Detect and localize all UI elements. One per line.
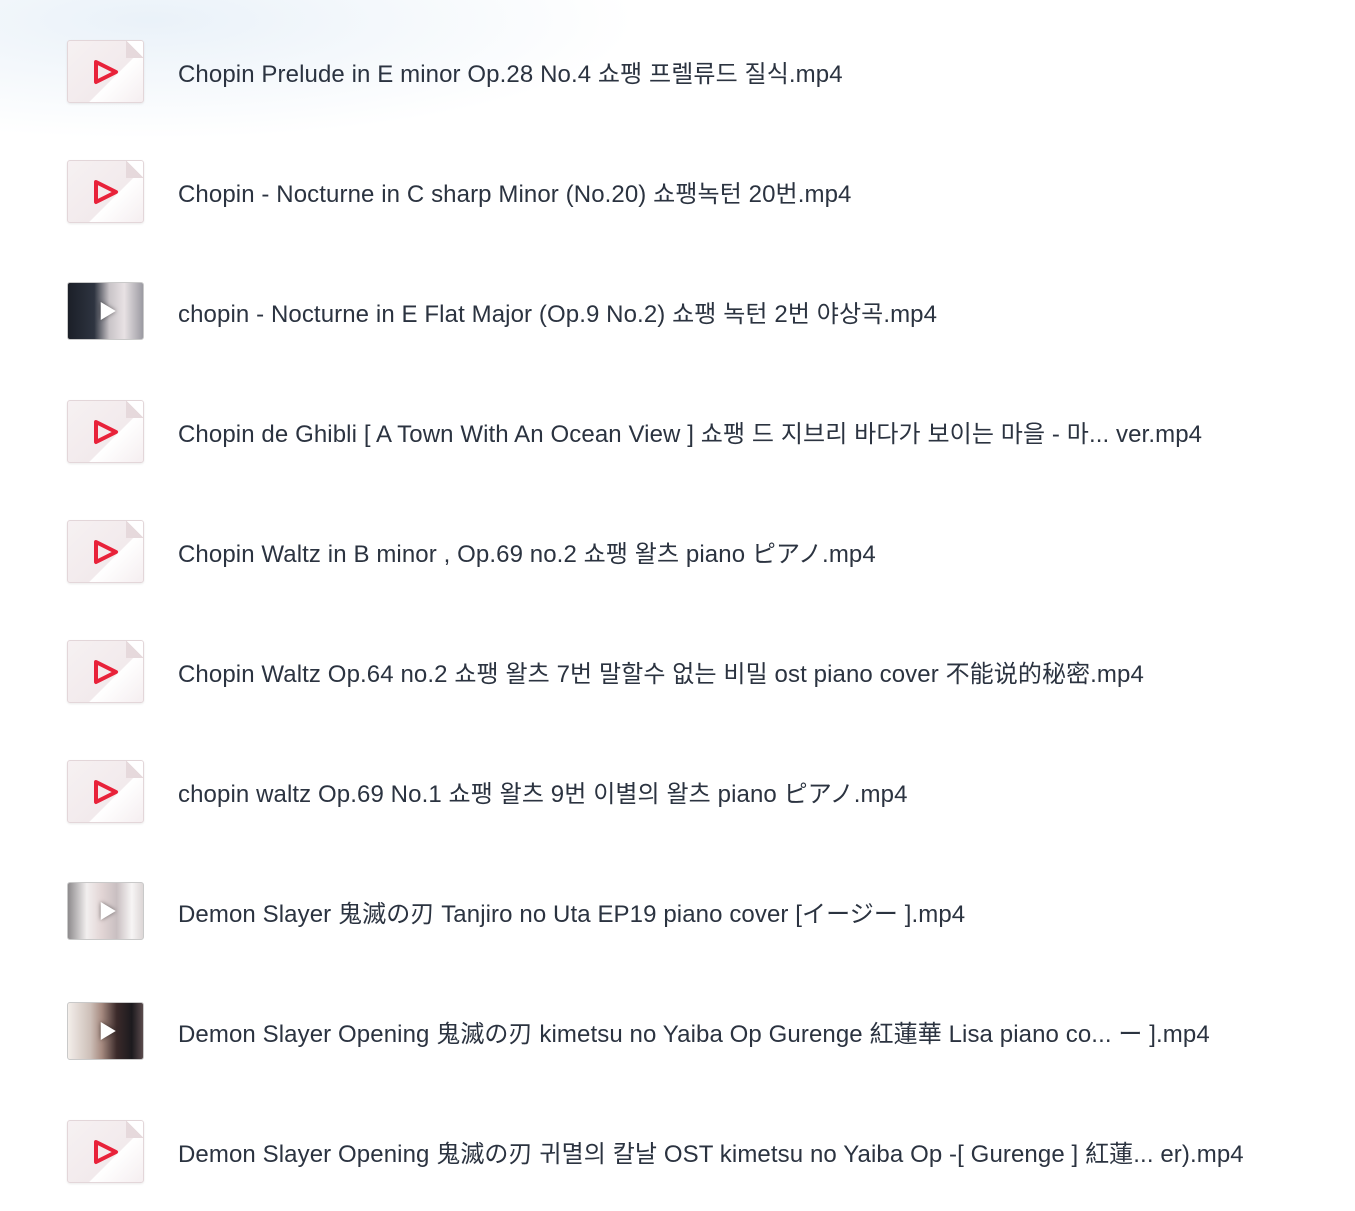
list-item[interactable]: Chopin Prelude in E minor Op.28 No.4 쇼팽 … bbox=[0, 11, 1355, 131]
file-name: Chopin Prelude in E minor Op.28 No.4 쇼팽 … bbox=[178, 60, 843, 88]
play-icon bbox=[94, 779, 118, 804]
file-name: Chopin Waltz in B minor , Op.69 no.2 쇼팽 … bbox=[178, 540, 876, 568]
video-file-icon bbox=[67, 1119, 144, 1183]
video-thumbnail bbox=[67, 282, 144, 340]
video-file-icon bbox=[67, 39, 144, 103]
play-icon bbox=[94, 659, 118, 684]
play-icon bbox=[94, 539, 118, 564]
list-item[interactable]: chopin - Nocturne in E Flat Major (Op.9 … bbox=[0, 251, 1355, 371]
play-icon bbox=[100, 1022, 116, 1040]
video-file-icon bbox=[67, 519, 144, 583]
list-item[interactable]: chopin waltz Op.69 No.1 쇼팽 왈츠 9번 이별의 왈츠 … bbox=[0, 731, 1355, 851]
play-icon bbox=[100, 302, 116, 320]
list-item[interactable]: Demon Slayer 鬼滅の刃 Tanjiro no Uta EP19 pi… bbox=[0, 851, 1355, 971]
file-name: Chopin - Nocturne in C sharp Minor (No.2… bbox=[178, 180, 852, 208]
video-file-icon bbox=[67, 759, 144, 823]
list-item[interactable]: Chopin Waltz in B minor , Op.69 no.2 쇼팽 … bbox=[0, 491, 1355, 611]
video-file-icon bbox=[67, 159, 144, 223]
file-name: Chopin Waltz Op.64 no.2 쇼팽 왈츠 7번 말할수 없는 … bbox=[178, 660, 1144, 688]
file-name: Demon Slayer 鬼滅の刃 Tanjiro no Uta EP19 pi… bbox=[178, 900, 966, 928]
list-item[interactable]: Demon Slayer Opening 鬼滅の刃 귀멸의 칼날 OST kim… bbox=[0, 1091, 1355, 1211]
video-file-icon bbox=[67, 399, 144, 463]
file-name: chopin - Nocturne in E Flat Major (Op.9 … bbox=[178, 300, 938, 328]
video-thumbnail bbox=[67, 882, 144, 940]
video-file-icon bbox=[67, 639, 144, 703]
play-icon bbox=[100, 902, 116, 920]
list-item[interactable]: Chopin Waltz Op.64 no.2 쇼팽 왈츠 7번 말할수 없는 … bbox=[0, 611, 1355, 731]
file-name: chopin waltz Op.69 No.1 쇼팽 왈츠 9번 이별의 왈츠 … bbox=[178, 780, 908, 808]
play-icon bbox=[94, 59, 118, 84]
play-icon bbox=[94, 419, 118, 444]
file-name: Demon Slayer Opening 鬼滅の刃 kimetsu no Yai… bbox=[178, 1020, 1210, 1048]
video-thumbnail bbox=[67, 1002, 144, 1060]
file-name: Demon Slayer Opening 鬼滅の刃 귀멸의 칼날 OST kim… bbox=[178, 1140, 1244, 1168]
file-list: Chopin Prelude in E minor Op.28 No.4 쇼팽 … bbox=[0, 11, 1355, 1211]
file-name: Chopin de Ghibli [ A Town With An Ocean … bbox=[178, 420, 1203, 448]
list-item[interactable]: Chopin - Nocturne in C sharp Minor (No.2… bbox=[0, 131, 1355, 251]
list-item[interactable]: Chopin de Ghibli [ A Town With An Ocean … bbox=[0, 371, 1355, 491]
play-icon bbox=[94, 179, 118, 204]
play-icon bbox=[94, 1139, 118, 1164]
list-item[interactable]: Demon Slayer Opening 鬼滅の刃 kimetsu no Yai… bbox=[0, 971, 1355, 1091]
